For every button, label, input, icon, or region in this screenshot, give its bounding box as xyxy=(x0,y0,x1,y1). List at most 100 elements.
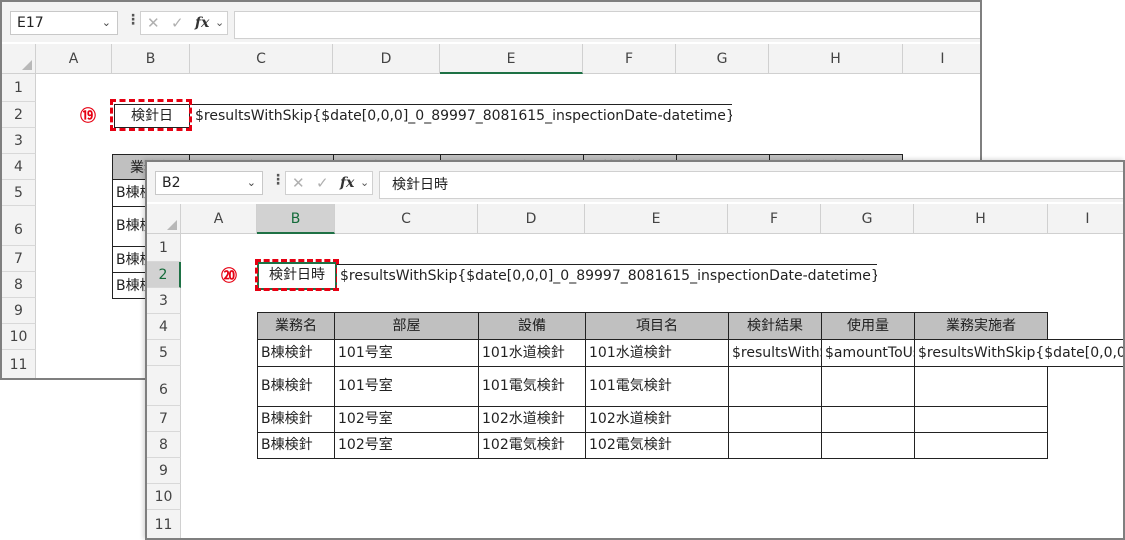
table-cell[interactable]: 102号室 xyxy=(334,406,479,433)
table-cell[interactable] xyxy=(728,432,822,459)
column-header-c[interactable]: C xyxy=(190,44,333,74)
table-cell[interactable] xyxy=(728,406,822,433)
row-header-3[interactable]: 3 xyxy=(2,128,36,154)
column-header-g[interactable]: G xyxy=(821,204,914,234)
formula-input[interactable]: 検針日時 xyxy=(379,171,1123,199)
row-header-7[interactable]: 7 xyxy=(147,406,181,432)
table-header-cell[interactable]: 設備 xyxy=(478,312,586,340)
table-cell[interactable]: $amountToUse xyxy=(821,339,915,367)
name-box[interactable]: E17 ⌄ xyxy=(10,11,118,35)
table-cell[interactable] xyxy=(914,432,1048,459)
formula-input[interactable] xyxy=(234,11,980,39)
column-header-h[interactable]: H xyxy=(914,204,1048,234)
more-options-icon[interactable]: ⋮ xyxy=(271,172,285,188)
row-header-11[interactable]: 11 xyxy=(147,510,181,538)
table-cell[interactable]: 102水道検針 xyxy=(585,406,729,433)
table-header-cell[interactable]: 業務名 xyxy=(257,312,335,340)
row-header-2[interactable]: 2 xyxy=(2,102,36,128)
chevron-down-icon[interactable]: ⌄ xyxy=(360,172,369,194)
column-header-f[interactable]: F xyxy=(583,44,676,74)
row-header-6[interactable]: 6 xyxy=(2,206,36,246)
name-box-value: E17 xyxy=(17,15,44,31)
table-cell[interactable] xyxy=(821,406,915,433)
row-header-4[interactable]: 4 xyxy=(147,314,181,340)
column-header-g[interactable]: G xyxy=(676,44,769,74)
row-header-1[interactable]: 1 xyxy=(147,234,181,262)
table-cell[interactable] xyxy=(914,406,1048,433)
table-cell[interactable]: $resultsWithSkip{$date[0,0,0 xyxy=(914,339,1123,367)
cell-c2[interactable]: $resultsWithSkip{$date[0,0,0]_0_89997_80… xyxy=(192,104,732,128)
row-header-10[interactable]: 10 xyxy=(147,484,181,510)
column-header-i[interactable]: I xyxy=(903,44,980,74)
row-header-5[interactable]: 5 xyxy=(147,340,181,366)
step-marker: ⑳ xyxy=(221,266,238,285)
row-header-3[interactable]: 3 xyxy=(147,288,181,314)
cancel-icon[interactable]: ✕ xyxy=(147,12,160,34)
table-header-cell[interactable]: 使用量 xyxy=(821,312,915,340)
chevron-down-icon[interactable]: ⌄ xyxy=(247,172,256,194)
name-box-value: B2 xyxy=(162,175,181,191)
insert-function-icon[interactable]: fx xyxy=(195,12,209,34)
table-header-cell[interactable]: 部屋 xyxy=(334,312,479,340)
column-header-h[interactable]: H xyxy=(769,44,903,74)
column-header-a[interactable]: A xyxy=(181,204,257,234)
column-header-i[interactable]: I xyxy=(1048,204,1123,234)
row-header-9[interactable]: 9 xyxy=(2,298,36,324)
highlight-box xyxy=(110,99,192,131)
table-cell[interactable]: 102電気検針 xyxy=(585,432,729,459)
table-cell[interactable]: B棟検針 xyxy=(257,366,335,407)
column-header-d[interactable]: D xyxy=(478,204,585,234)
row-header-4[interactable]: 4 xyxy=(2,154,36,180)
table-cell[interactable]: B棟検針 xyxy=(257,432,335,459)
table-cell[interactable]: 101水道検針 xyxy=(478,339,586,367)
more-options-icon[interactable]: ⋮ xyxy=(126,12,140,28)
table-cell[interactable]: B棟検針 xyxy=(257,406,335,433)
table-cell[interactable]: 101水道検針 xyxy=(585,339,729,367)
column-header-e[interactable]: E xyxy=(440,44,583,74)
name-box[interactable]: B2 ⌄ xyxy=(155,171,263,195)
confirm-icon[interactable]: ✓ xyxy=(316,172,329,194)
highlight-box xyxy=(255,259,339,291)
row-header-5[interactable]: 5 xyxy=(2,180,36,206)
row-header-8[interactable]: 8 xyxy=(147,432,181,458)
row-header-11[interactable]: 11 xyxy=(2,350,36,378)
row-header-8[interactable]: 8 xyxy=(2,272,36,298)
table-header-cell[interactable]: 項目名 xyxy=(585,312,729,340)
select-all-button[interactable] xyxy=(147,204,181,234)
table-cell[interactable]: $resultsWithSkip xyxy=(728,339,822,367)
chevron-down-icon[interactable]: ⌄ xyxy=(215,12,224,34)
row-header-7[interactable]: 7 xyxy=(2,246,36,272)
confirm-icon[interactable]: ✓ xyxy=(171,12,184,34)
select-all-button[interactable] xyxy=(2,44,36,74)
table-cell[interactable]: 101号室 xyxy=(334,366,479,407)
table-cell[interactable] xyxy=(728,366,822,407)
row-header-10[interactable]: 10 xyxy=(2,324,36,350)
column-header-d[interactable]: D xyxy=(333,44,440,74)
column-header-e[interactable]: E xyxy=(585,204,728,234)
row-header-1[interactable]: 1 xyxy=(2,74,36,102)
table-cell[interactable] xyxy=(821,366,915,407)
cell-c2[interactable]: $resultsWithSkip{$date[0,0,0]_0_89997_80… xyxy=(337,264,877,288)
column-header-f[interactable]: F xyxy=(728,204,821,234)
column-header-b[interactable]: B xyxy=(257,204,335,234)
row-header-9[interactable]: 9 xyxy=(147,458,181,484)
column-header-c[interactable]: C xyxy=(335,204,478,234)
table-cell[interactable] xyxy=(821,432,915,459)
table-cell[interactable]: 102水道検針 xyxy=(478,406,586,433)
chevron-down-icon[interactable]: ⌄ xyxy=(102,12,111,34)
column-header-b[interactable]: B xyxy=(112,44,190,74)
row-header-6[interactable]: 6 xyxy=(147,366,181,406)
table-cell[interactable]: B棟検針 xyxy=(257,339,335,367)
table-header-cell[interactable]: 業務実施者 xyxy=(914,312,1048,340)
table-cell[interactable]: 101号室 xyxy=(334,339,479,367)
table-cell[interactable]: 101電気検針 xyxy=(585,366,729,407)
table-cell[interactable]: 102号室 xyxy=(334,432,479,459)
insert-function-icon[interactable]: fx xyxy=(340,172,354,194)
table-cell[interactable]: 101電気検針 xyxy=(478,366,586,407)
cancel-icon[interactable]: ✕ xyxy=(292,172,305,194)
column-header-a[interactable]: A xyxy=(36,44,112,74)
row-header-2[interactable]: 2 xyxy=(147,262,181,288)
table-cell[interactable] xyxy=(914,366,1048,407)
table-header-cell[interactable]: 検針結果 xyxy=(728,312,822,340)
table-cell[interactable]: 102電気検針 xyxy=(478,432,586,459)
